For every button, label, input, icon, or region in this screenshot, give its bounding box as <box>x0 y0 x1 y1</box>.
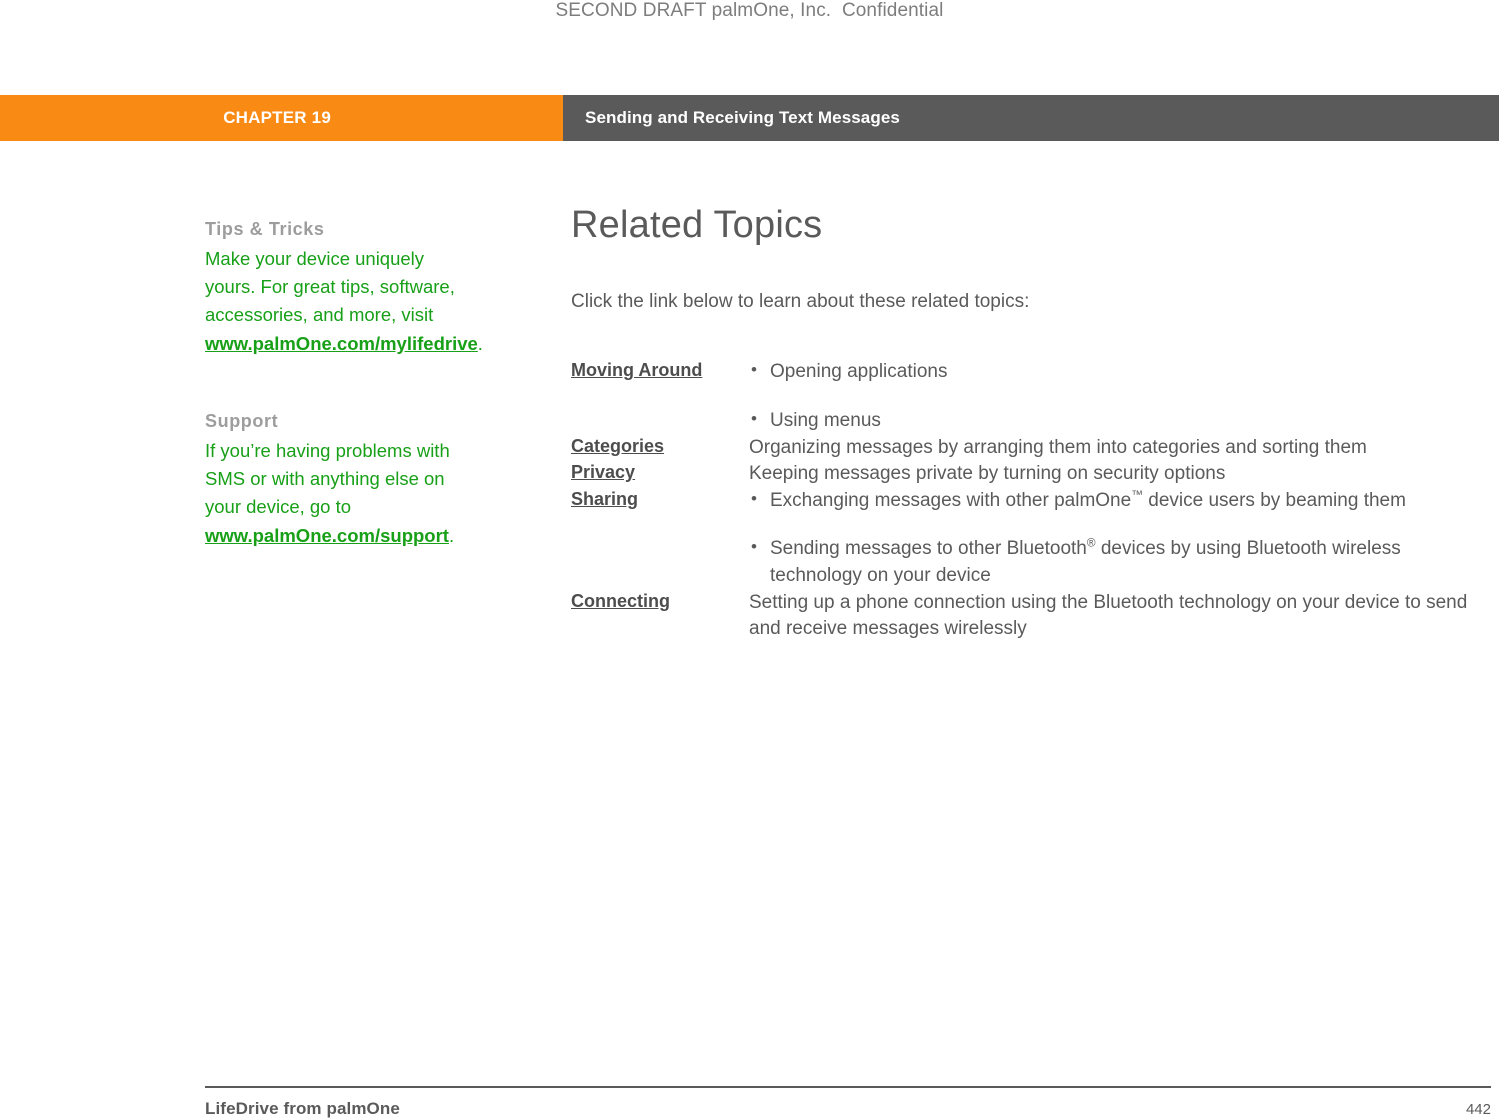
chapter-topic-label: Sending and Receiving Text Messages <box>585 108 900 127</box>
topic-desc-cell: Keeping messages private by turning on s… <box>749 461 1491 488</box>
sidebar-link-mylifedrive[interactable]: www.palmOne.com/mylifedrive <box>205 333 478 354</box>
sidebar-text-support-after: . <box>448 524 455 546</box>
table-row: Sharing Exchanging messages with other p… <box>571 487 1491 590</box>
topic-link-cell: Privacy <box>571 461 749 488</box>
list-item: Opening applications <box>749 358 1491 386</box>
intro-paragraph: Click the link below to learn about thes… <box>571 290 1030 312</box>
page-footer: LifeDrive from palmOne 442 <box>205 1086 1491 1119</box>
footer-product-name: LifeDrive from palmOne <box>205 1099 400 1118</box>
topic-link-cell: Categories <box>571 435 749 462</box>
sidebar-text-tips-before: Make your device uniquely yours. For gre… <box>205 247 455 326</box>
topic-link-moving-around[interactable]: Moving Around <box>571 360 702 380</box>
bullet-text-after: device users by beaming them <box>1142 489 1406 511</box>
trademark-mark: ™ <box>1131 488 1143 502</box>
topic-desc-cell: Organizing messages by arranging them in… <box>749 435 1491 462</box>
list-item: Exchanging messages with other palmOne™ … <box>749 487 1491 515</box>
draft-notice: SECOND DRAFT palmOne, Inc. Confidential <box>555 0 944 21</box>
topic-link-sharing[interactable]: Sharing <box>571 489 638 509</box>
bullet-text-before: Sending messages to other Bluetooth <box>770 538 1087 560</box>
sidebar-heading-tips: Tips & Tricks <box>205 219 325 239</box>
sidebar-block-tips: Tips & Tricks Make your device uniquely … <box>205 218 483 358</box>
sidebar-block-support: Support If you’re having problems with S… <box>205 410 473 550</box>
topic-link-connecting[interactable]: Connecting <box>571 591 670 611</box>
sidebar-heading-support: Support <box>205 410 279 431</box>
footer-row: LifeDrive from palmOne 442 <box>205 1099 1491 1119</box>
topic-desc-cell: Setting up a phone connection using the … <box>749 590 1491 643</box>
topic-link-categories[interactable]: Categories <box>571 436 664 456</box>
list-item: Using menus <box>749 407 1491 435</box>
sidebar-link-support[interactable]: www.palmOne.com/support <box>205 525 449 546</box>
registered-mark: ® <box>1086 537 1096 551</box>
topic-desc-cell: Exchanging messages with other palmOne™ … <box>749 487 1491 590</box>
main-content: Related Topics Click the link below to l… <box>571 204 1491 643</box>
chapter-header-bar: CHAPTER 19 Sending and Receiving Text Me… <box>0 95 1499 141</box>
list-item: Sending messages to other Bluetooth® dev… <box>749 535 1491 589</box>
topic-description: Keeping messages private by turning on s… <box>749 463 1226 485</box>
sidebar-body-tips: Make your device uniquely yours. For gre… <box>205 245 483 358</box>
table-row: Connecting Setting up a phone connection… <box>571 590 1491 643</box>
related-topics-table: Moving Around Opening applications Using… <box>571 358 1491 643</box>
chapter-title-band: Sending and Receiving Text Messages <box>563 95 1499 141</box>
topic-description: Organizing messages by arranging them in… <box>749 436 1367 458</box>
footer-page-number: 442 <box>1465 1101 1491 1118</box>
page-title: Related Topics <box>571 204 823 246</box>
chapter-number-band: CHAPTER 19 <box>0 95 563 141</box>
topic-bullet-list: Exchanging messages with other palmOne™ … <box>749 487 1491 590</box>
sidebar-body-support: If you’re having problems with SMS or wi… <box>205 437 473 550</box>
sidebar-text-tips-after: . <box>477 332 483 354</box>
topic-bullet-list: Opening applications Using menus <box>749 358 1491 435</box>
topic-link-privacy[interactable]: Privacy <box>571 462 635 482</box>
topic-link-cell: Connecting <box>571 590 749 643</box>
footer-divider <box>205 1086 1491 1088</box>
topic-link-cell: Moving Around <box>571 359 749 434</box>
table-row: Categories Organizing messages by arrang… <box>571 435 1491 462</box>
sidebar-text-support-before: If you’re having problems with SMS or wi… <box>205 439 450 518</box>
topic-description: Setting up a phone connection using the … <box>749 591 1468 640</box>
table-row: Moving Around Opening applications Using… <box>571 358 1491 435</box>
chapter-label: CHAPTER 19 <box>223 108 331 127</box>
table-row: Privacy Keeping messages private by turn… <box>571 461 1491 488</box>
topic-link-cell: Sharing <box>571 488 749 590</box>
bullet-text-before: Exchanging messages with other palmOne <box>770 489 1132 511</box>
topic-desc-cell: Opening applications Using menus <box>749 358 1491 435</box>
sidebar: Tips & Tricks Make your device uniquely … <box>205 218 483 550</box>
